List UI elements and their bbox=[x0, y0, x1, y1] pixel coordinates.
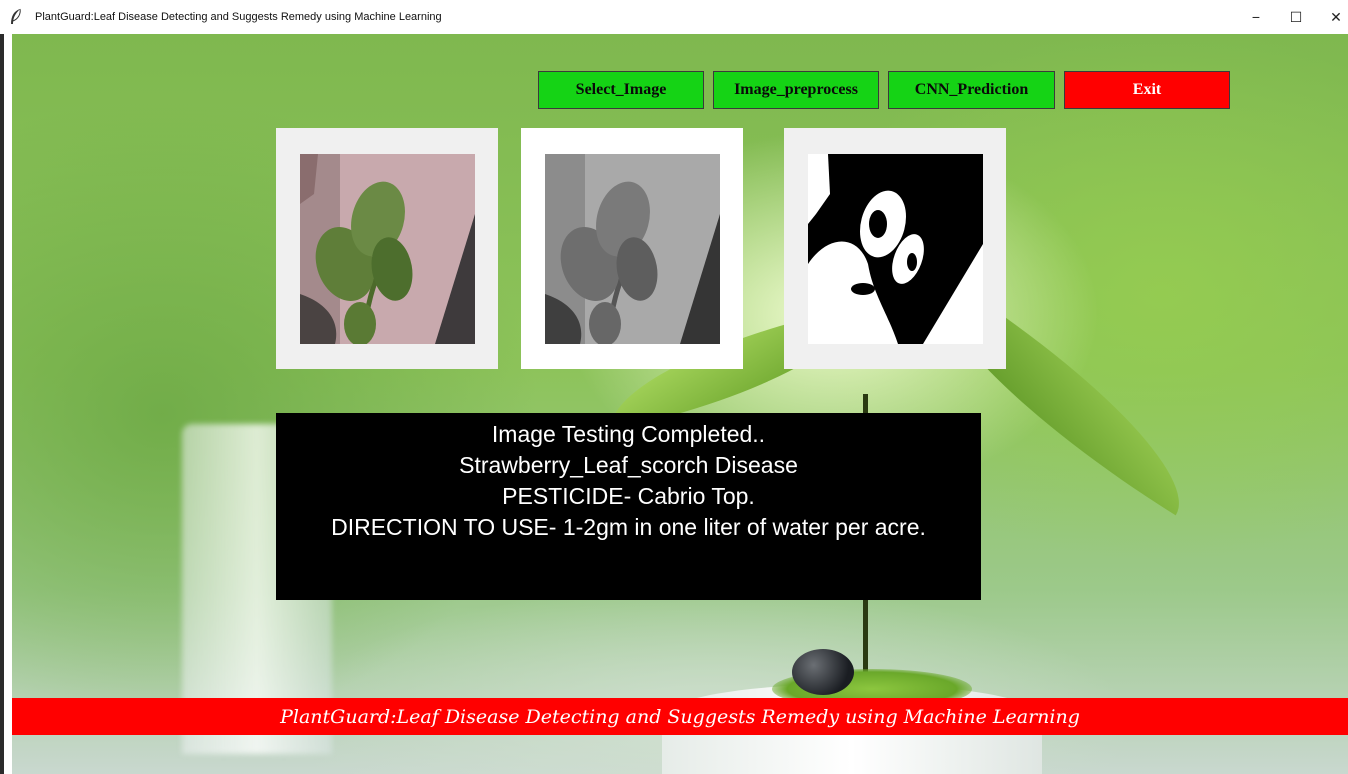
result-pesticide: PESTICIDE- Cabrio Top. bbox=[502, 483, 755, 509]
cnn-prediction-button[interactable]: CNN_Prediction bbox=[888, 71, 1055, 109]
original-image-frame bbox=[276, 128, 498, 369]
feather-icon bbox=[11, 8, 21, 24]
result-status: Image Testing Completed.. bbox=[491, 421, 766, 447]
footer-banner: PlantGuard:Leaf Disease Detecting and Su… bbox=[12, 698, 1348, 735]
original-leaf-image bbox=[300, 154, 475, 344]
binary-image-frame bbox=[784, 128, 1006, 369]
grayscale-leaf-image bbox=[545, 154, 720, 344]
result-disease: Strawberry_Leaf_scorch Disease bbox=[459, 452, 798, 478]
window-titlebar: PlantGuard:Leaf Disease Detecting and Su… bbox=[0, 0, 1348, 34]
binary-leaf-image bbox=[808, 154, 983, 344]
exit-button[interactable]: Exit bbox=[1064, 71, 1230, 109]
select-image-button[interactable]: Select_Image bbox=[538, 71, 704, 109]
background-seed bbox=[792, 649, 854, 695]
minimize-button[interactable]: − bbox=[1236, 0, 1276, 34]
result-panel: Image Testing Completed.. Strawberry_Lea… bbox=[276, 413, 981, 600]
window-title: PlantGuard:Leaf Disease Detecting and Su… bbox=[35, 11, 442, 23]
window-left-edge bbox=[0, 34, 12, 774]
maximize-button[interactable]: ☐ bbox=[1276, 0, 1316, 34]
close-button[interactable]: ✕ bbox=[1316, 0, 1348, 34]
image-preprocess-button[interactable]: Image_preprocess bbox=[713, 71, 879, 109]
grayscale-image-frame bbox=[521, 128, 743, 369]
result-direction: DIRECTION TO USE- 1-2gm in one liter of … bbox=[331, 514, 926, 540]
